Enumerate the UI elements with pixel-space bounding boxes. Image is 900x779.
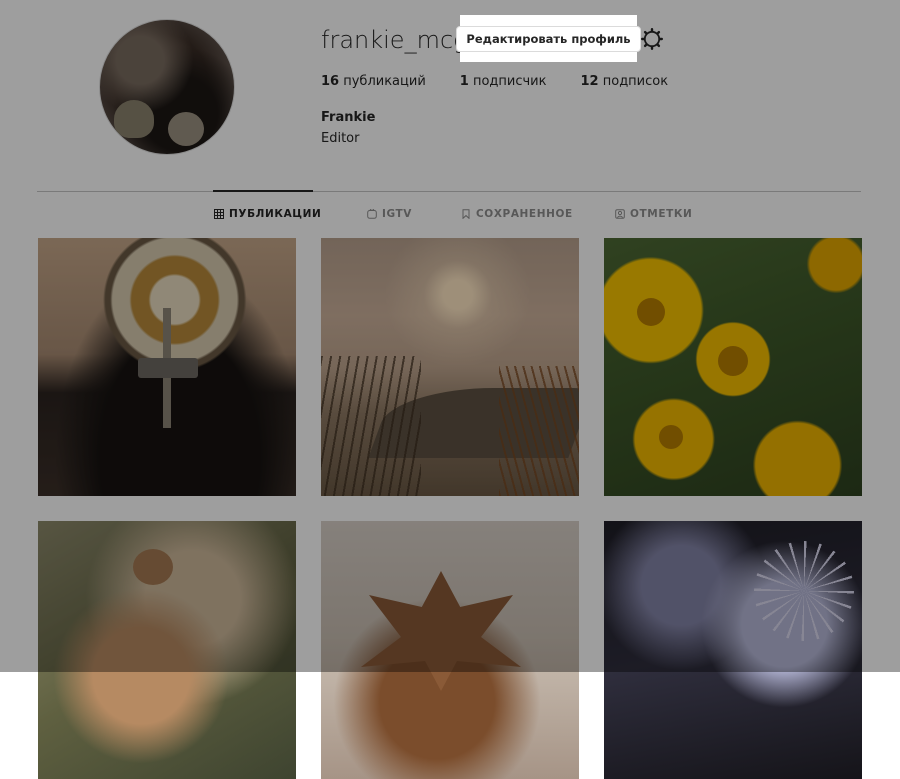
bookmark-icon	[462, 209, 470, 219]
photo-detail	[133, 549, 173, 585]
stat-posts: 16 публикаций	[321, 74, 426, 89]
avatar-detail	[168, 112, 204, 146]
photo-detail	[499, 366, 579, 496]
post-thumbnail[interactable]	[38, 238, 296, 496]
edit-profile-highlight: Редактировать профиль	[456, 15, 641, 62]
gear-icon[interactable]	[640, 27, 664, 51]
divider	[37, 191, 861, 192]
tab-label: СОХРАНЕННОЕ	[476, 208, 573, 220]
tab-posts[interactable]: ПУБЛИКАЦИИ	[214, 208, 321, 220]
tab-igtv[interactable]: IGTV	[367, 208, 412, 220]
profile-page: frankie_mcgr Редактировать профиль 16 пу…	[0, 0, 900, 779]
post-thumbnail[interactable]	[321, 521, 579, 779]
profile-tabs: ПУБЛИКАЦИИ IGTV СОХРАНЕННОЕ ОТМЕТКИ	[0, 208, 900, 224]
post-thumbnail[interactable]	[321, 238, 579, 496]
photo-detail	[659, 425, 683, 449]
grid-icon	[214, 209, 224, 219]
tab-tagged[interactable]: ОТМЕТКИ	[615, 208, 692, 220]
igtv-icon	[367, 209, 377, 219]
post-thumbnail[interactable]	[604, 238, 862, 496]
tab-label: ОТМЕТКИ	[630, 208, 693, 220]
stat-followers[interactable]: 1 подписчик	[460, 74, 547, 89]
profile-stats: 16 публикаций 1 подписчик 12 подписок	[321, 74, 702, 89]
photo-detail	[321, 356, 421, 496]
active-tab-indicator	[213, 190, 313, 192]
tab-label: IGTV	[382, 208, 413, 220]
photo-detail	[754, 541, 854, 641]
username: frankie_mcgr	[321, 26, 478, 54]
full-name: Frankie	[321, 110, 376, 125]
avatar-detail	[114, 100, 154, 138]
post-thumbnail[interactable]	[604, 521, 862, 779]
tab-saved[interactable]: СОХРАНЕННОЕ	[461, 208, 573, 220]
post-thumbnail[interactable]	[38, 521, 296, 779]
photo-detail	[361, 571, 521, 691]
tab-label: ПУБЛИКАЦИИ	[229, 208, 322, 220]
photo-detail	[718, 346, 748, 376]
photo-detail	[138, 358, 198, 378]
stat-following[interactable]: 12 подписок	[581, 74, 669, 89]
tagged-icon	[615, 209, 625, 219]
photo-detail	[637, 298, 665, 326]
bio: Editor	[321, 131, 360, 146]
edit-profile-button[interactable]: Редактировать профиль	[456, 25, 641, 52]
avatar[interactable]	[99, 19, 235, 155]
